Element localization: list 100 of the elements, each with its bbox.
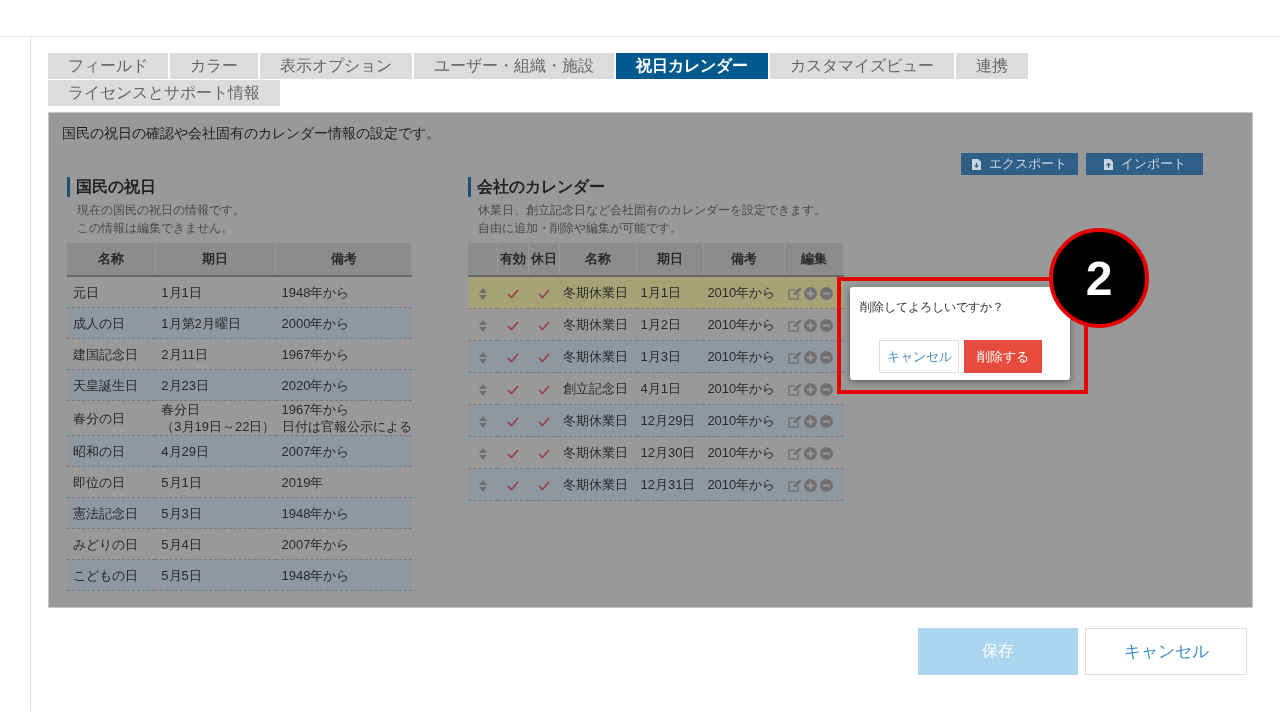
- sort-handle-icon[interactable]: [478, 287, 487, 300]
- table-cell-text: 2007年から: [281, 535, 350, 553]
- description-text: 国民の祝日の確認や会社固有のカレンダー情報の設定です。: [61, 124, 441, 143]
- table-cell: 12月31日: [636, 468, 704, 501]
- tab[interactable]: ライセンスとサポート情報: [48, 80, 280, 106]
- table-cell: 4月1日: [636, 372, 704, 405]
- edit-icon[interactable]: [788, 351, 801, 365]
- tab[interactable]: カスタマイズビュー: [770, 53, 954, 79]
- note-text: 自由に追加・削除や編集が可能です。: [478, 220, 683, 237]
- table-cell-text: 2019年: [281, 473, 324, 491]
- table-cell-text: 5月4日: [161, 535, 202, 553]
- table-cell-text: 2月23日: [161, 376, 210, 394]
- remove-icon[interactable]: [820, 351, 833, 365]
- table-cell: 1月3日: [636, 340, 704, 373]
- table-cell: 天皇誕生日: [67, 369, 156, 401]
- table-cell-text: （3月19日～22日）: [161, 418, 276, 435]
- tab[interactable]: 連携: [956, 53, 1028, 79]
- edit-icon[interactable]: [788, 447, 801, 461]
- column-header: 名称: [67, 243, 156, 276]
- column-header: 備考: [275, 243, 412, 276]
- table-cell: 12月30日: [636, 436, 704, 469]
- table-cell-text: 1月第2月曜日: [161, 314, 241, 332]
- table-cell-text: 2000年から: [281, 314, 350, 332]
- table-cell: 2010年から: [703, 404, 784, 437]
- add-icon[interactable]: [804, 383, 817, 397]
- table-cell-text: 5月1日: [161, 473, 202, 491]
- add-icon[interactable]: [804, 479, 817, 493]
- table-cell-text: 5月5日: [161, 566, 202, 584]
- sort-handle-icon[interactable]: [478, 447, 487, 460]
- table-cell: 2010年から: [703, 372, 784, 405]
- edit-icon[interactable]: [788, 383, 801, 397]
- table-cell-text: 1948年から: [281, 504, 350, 522]
- delete-button[interactable]: 削除する: [964, 340, 1042, 373]
- table-cell-text: 2月11日: [161, 345, 209, 363]
- table-cell-text: 日付は官報公示による: [281, 418, 412, 435]
- add-icon[interactable]: [804, 319, 817, 333]
- edit-icon[interactable]: [788, 287, 801, 301]
- table-cell: 2010年から: [703, 340, 784, 373]
- add-icon[interactable]: [804, 415, 817, 429]
- sort-handle-icon[interactable]: [478, 415, 487, 428]
- sort-handle-icon[interactable]: [478, 383, 487, 396]
- remove-icon[interactable]: [820, 383, 833, 397]
- table-cell: 昭和の日: [67, 435, 156, 467]
- column-header: 編集: [784, 243, 844, 276]
- dialog-message: 削除してよろしいですか？: [860, 299, 1005, 316]
- cancel-button[interactable]: キャンセル: [1085, 628, 1247, 675]
- table-cell-text: 2007年から: [281, 442, 350, 460]
- download-file-icon: [972, 158, 981, 170]
- tab[interactable]: カラー: [170, 53, 258, 79]
- tab[interactable]: 表示オプション: [260, 53, 412, 79]
- table-cell-text: 1948年から: [281, 283, 350, 301]
- import-button[interactable]: インポート: [1086, 153, 1203, 175]
- table-cell: 冬期休業日: [559, 340, 637, 373]
- table-cell-text: 2020年から: [281, 376, 350, 394]
- tab[interactable]: フィールド: [48, 53, 168, 79]
- section-title: 国民の祝日: [67, 177, 412, 197]
- table-cell-text: 春分日: [161, 401, 201, 418]
- table-cell: 元日: [67, 276, 156, 308]
- table-cell: 1月1日: [636, 276, 704, 309]
- section-title: 会社のカレンダー: [468, 177, 844, 197]
- add-icon[interactable]: [804, 287, 817, 301]
- table-cell-text: 1967年から: [281, 345, 350, 363]
- remove-icon[interactable]: [820, 287, 833, 301]
- edit-icon[interactable]: [788, 319, 801, 333]
- table-cell: 12月29日: [636, 404, 704, 437]
- tab[interactable]: ユーザー・組織・施設: [414, 53, 614, 79]
- export-button[interactable]: エクスポート: [961, 153, 1078, 175]
- table-cell: 冬期休業日: [559, 308, 637, 341]
- table-cell: 2010年から: [703, 308, 784, 341]
- table-cell: みどりの日: [67, 528, 156, 560]
- edit-icon[interactable]: [788, 415, 801, 429]
- table-cell: 2010年から: [703, 468, 784, 501]
- table-cell-text: 4月29日: [161, 442, 210, 460]
- table-cell: 春分の日: [67, 400, 156, 436]
- table-cell: 成人の日: [67, 307, 156, 339]
- add-icon[interactable]: [804, 351, 817, 365]
- column-header: 期日: [636, 243, 704, 276]
- remove-icon[interactable]: [820, 415, 833, 429]
- cancel-button[interactable]: キャンセル: [879, 340, 959, 373]
- table-cell: 2010年から: [703, 276, 784, 309]
- table-cell: 創立記念日: [559, 372, 637, 405]
- table-cell: 2010年から: [703, 436, 784, 469]
- table-cell: 冬期休業日: [559, 468, 637, 501]
- edit-icon[interactable]: [788, 479, 801, 493]
- sort-handle-icon[interactable]: [478, 479, 487, 492]
- table-cell-text: 1948年から: [281, 566, 350, 584]
- add-icon[interactable]: [804, 447, 817, 461]
- remove-icon[interactable]: [820, 447, 833, 461]
- table-cell: 即位の日: [67, 466, 156, 498]
- remove-icon[interactable]: [820, 319, 833, 333]
- table-cell: 冬期休業日: [559, 404, 637, 437]
- column-header: 期日: [155, 243, 276, 276]
- remove-icon[interactable]: [820, 479, 833, 493]
- sort-handle-icon[interactable]: [478, 319, 487, 332]
- table-cell: 建国記念日: [67, 338, 156, 370]
- sort-handle-icon[interactable]: [478, 351, 487, 364]
- table-cell-text: 1967年から: [281, 401, 350, 418]
- column-header: 休日: [528, 243, 560, 276]
- table-cell: 冬期休業日: [559, 276, 637, 309]
- tab[interactable]: 祝日カレンダー: [616, 53, 768, 79]
